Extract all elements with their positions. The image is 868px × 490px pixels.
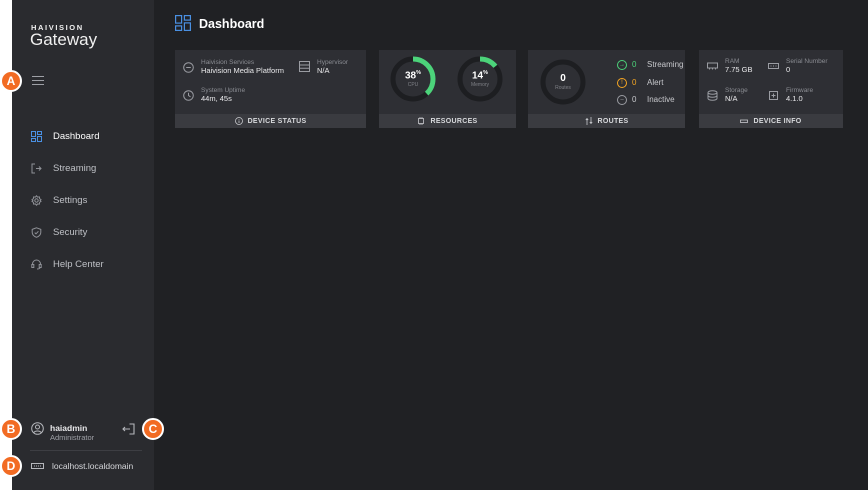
routes-total-label: Routes (555, 85, 571, 91)
inactive-status-icon: – (617, 94, 627, 105)
callout-b: B (0, 418, 22, 440)
alert-status-icon: ! (617, 77, 627, 88)
dashboard-icon (31, 130, 42, 142)
sidebar: HAIVISION Gateway Dashboard Streaming Se… (12, 0, 154, 490)
shield-icon (31, 226, 42, 238)
memory-value: 14 (471, 70, 484, 82)
routes-streaming-row[interactable]: → 0 Streaming (617, 59, 683, 70)
sidebar-item-label: Help Center (53, 258, 104, 270)
gear-icon (31, 194, 42, 206)
device-icon (740, 119, 749, 123)
routes-alert-row[interactable]: ! 0 Alert (617, 77, 663, 88)
sidebar-item-settings[interactable]: Settings (12, 189, 154, 211)
inactive-count: 0 (632, 95, 637, 104)
uptime-value: 44m, 45s (201, 94, 232, 103)
services-icon (183, 62, 194, 73)
storage-icon (707, 90, 718, 101)
callout-c: C (142, 418, 164, 440)
storage-label: Storage (725, 87, 748, 94)
logout-icon[interactable] (122, 423, 135, 435)
services-label: Haivision Services (201, 59, 255, 66)
uptime-label: System Uptime (201, 87, 246, 94)
hypervisor-icon (299, 61, 310, 72)
callout-d: D (0, 455, 22, 477)
sidebar-item-label: Settings (53, 194, 88, 206)
sidebar-item-label: Security (53, 226, 88, 238)
clock-icon (183, 90, 194, 101)
cpu-gauge: 38% CPU (389, 55, 437, 103)
sidebar-item-help-center[interactable]: Help Center (12, 253, 154, 275)
firmware-icon (769, 91, 778, 100)
info-icon (234, 117, 243, 125)
device-info-card: RAM 7.75 GB Serial Number 0 Storage N/A … (699, 50, 843, 128)
cpu-value: 38 (404, 70, 417, 82)
device-status-card: Haivision Services Haivision Media Platf… (175, 50, 366, 128)
footer-divider (30, 450, 142, 451)
serial-value: 0 (786, 65, 791, 74)
resources-card: 38% CPU 14% Memory RESOURCES (379, 50, 516, 128)
hypervisor-value: N/A (317, 66, 330, 75)
card-footer-label: ROUTES (597, 117, 629, 125)
user-role: Administrator (50, 433, 95, 442)
menu-toggle-icon[interactable] (32, 76, 44, 86)
streaming-label: Streaming (647, 60, 684, 69)
card-footer-label: DEVICE STATUS (247, 117, 307, 125)
sidebar-item-label: Dashboard (53, 130, 100, 142)
user-avatar-icon (31, 422, 44, 435)
card-footer[interactable]: DEVICE INFO (699, 114, 843, 128)
cpu-unit: % (416, 69, 421, 76)
memory-unit: % (483, 69, 488, 76)
sidebar-item-label: Streaming (53, 162, 97, 174)
chip-icon (418, 117, 425, 125)
card-footer[interactable]: ROUTES (528, 114, 685, 128)
memory-label: Memory (470, 82, 490, 89)
storage-value: N/A (725, 94, 738, 103)
ram-value: 7.75 GB (725, 65, 753, 74)
inactive-label: Inactive (647, 95, 675, 104)
dashboard-icon (175, 15, 191, 31)
card-footer-label: RESOURCES (430, 117, 478, 125)
server-icon (31, 463, 44, 469)
services-value: Haivision Media Platform (201, 66, 284, 75)
memory-gauge: 14% Memory (456, 55, 504, 103)
cpu-label: CPU (407, 82, 419, 89)
ram-icon (707, 62, 718, 70)
serial-icon (768, 63, 779, 69)
card-footer[interactable]: DEVICE STATUS (175, 114, 366, 128)
routes-icon (584, 117, 593, 125)
callout-a: A (0, 70, 22, 92)
brand-name: Gateway (30, 30, 98, 49)
routes-total: 0 (560, 73, 566, 84)
sidebar-item-security[interactable]: Security (12, 221, 154, 243)
user-name: haiadmin (50, 423, 88, 433)
sidebar-item-dashboard[interactable]: Dashboard (12, 125, 154, 147)
sidebar-item-streaming[interactable]: Streaming (12, 157, 154, 179)
routes-total-gauge: 0 Routes (539, 58, 587, 106)
card-footer[interactable]: RESOURCES (379, 114, 516, 128)
page-title: Dashboard (199, 17, 265, 31)
hypervisor-label: Hypervisor (317, 59, 349, 66)
alert-count: 0 (632, 78, 637, 87)
streaming-count: 0 (632, 60, 637, 69)
firmware-label: Firmware (786, 87, 814, 94)
ram-label: RAM (725, 58, 740, 65)
app-window: HAIVISION Gateway Dashboard Streaming Se… (12, 0, 868, 490)
routes-inactive-row[interactable]: – 0 Inactive (617, 94, 675, 105)
help-icon (31, 259, 42, 270)
streaming-status-icon: → (617, 59, 627, 70)
card-footer-label: DEVICE INFO (753, 117, 802, 125)
alert-label: Alert (647, 78, 664, 87)
streaming-icon (31, 163, 42, 174)
hostname: localhost.localdomain (52, 461, 134, 471)
serial-label: Serial Number (786, 58, 828, 65)
firmware-value: 4.1.0 (786, 94, 803, 103)
